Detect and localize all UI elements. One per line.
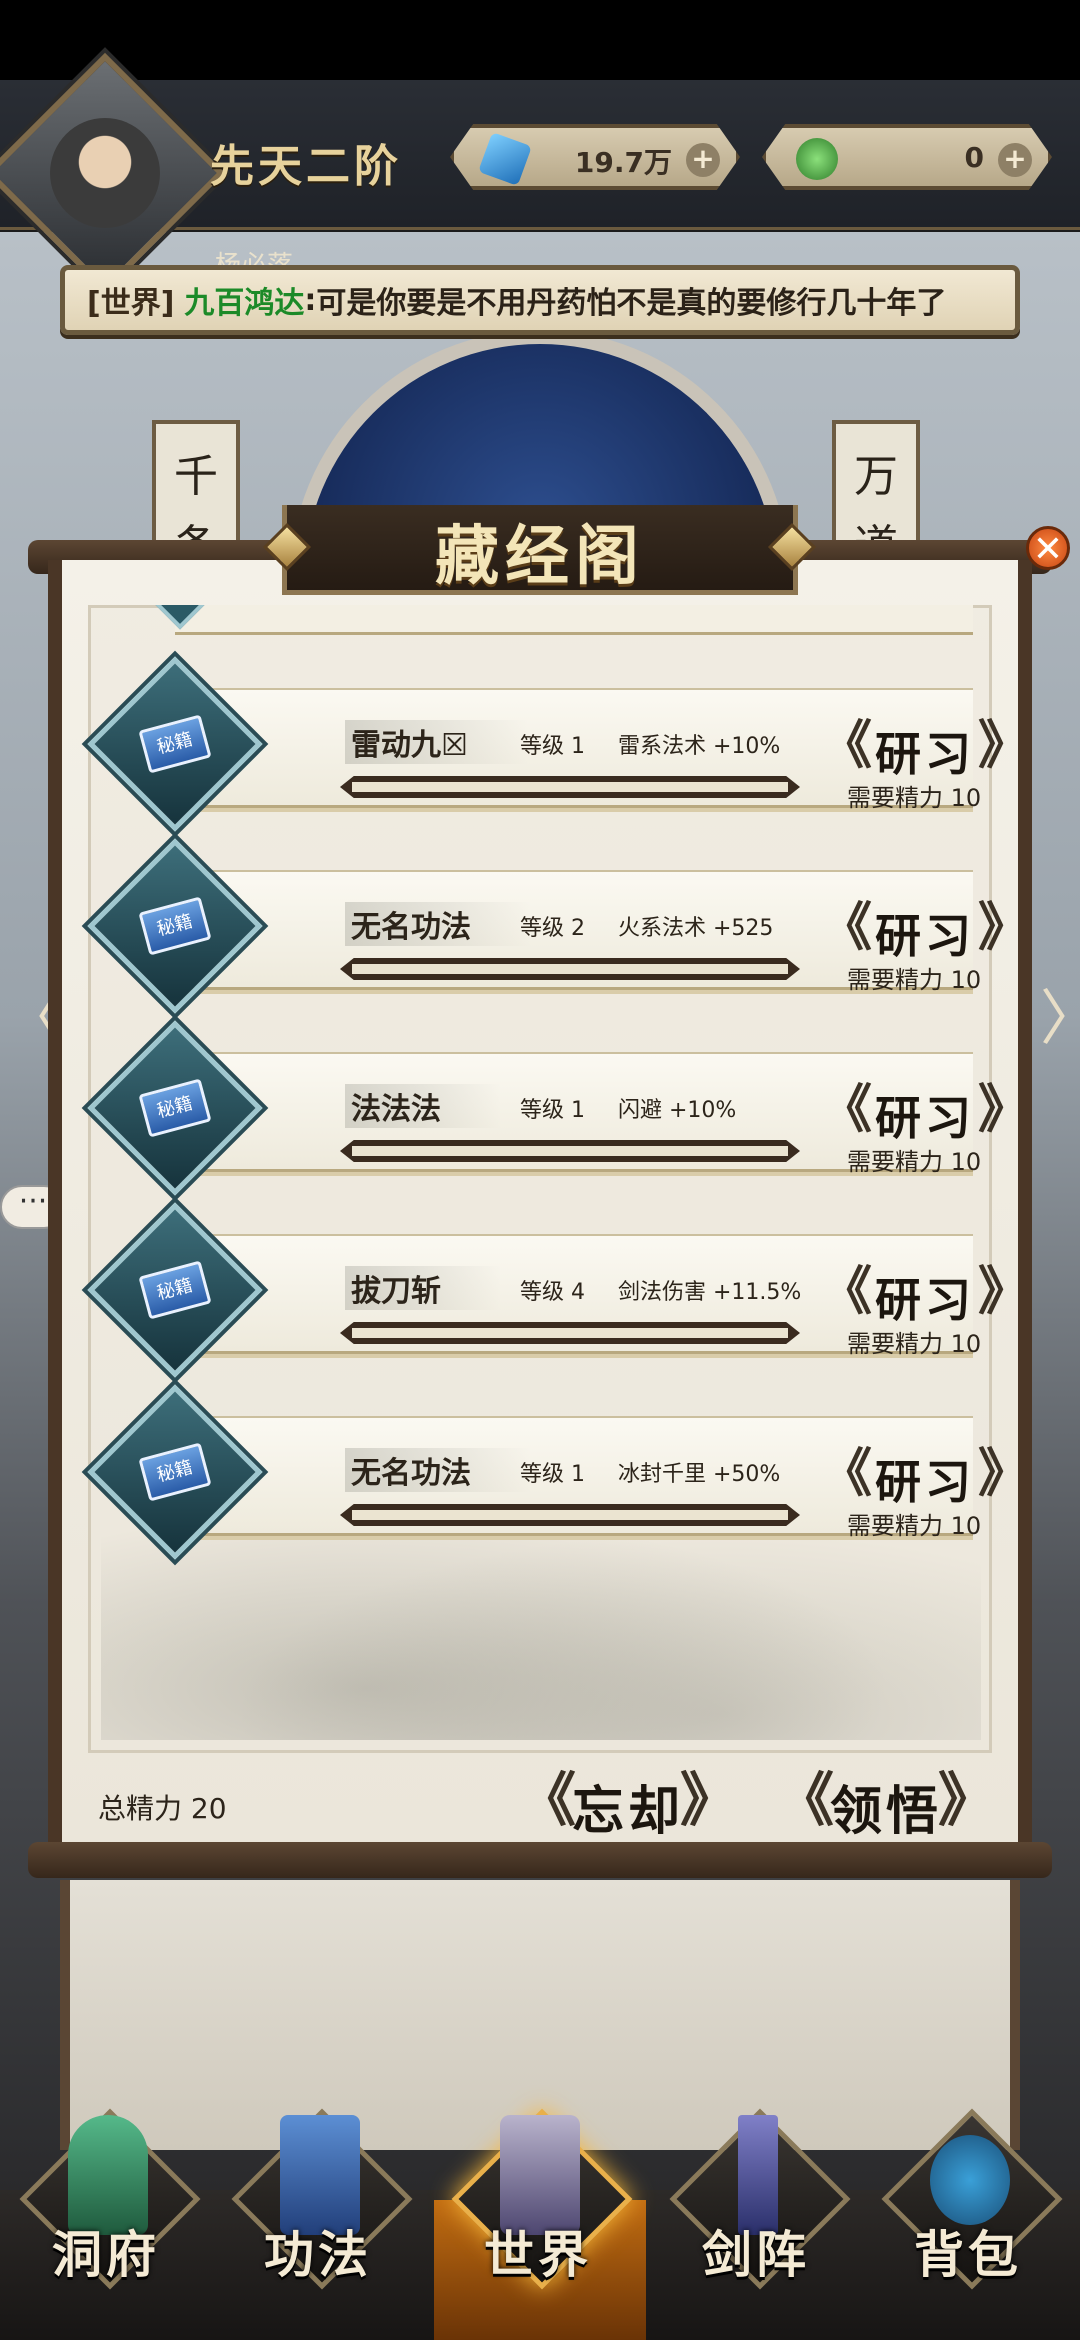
skill-card: 无名功法 等级 2 火系法术 +525 《研习》需要精力 10 xyxy=(175,870,1030,994)
nav-label: 洞府 xyxy=(52,2225,160,2284)
bag-icon xyxy=(930,2135,1010,2225)
skill-card: 法法法 等级 1 闪避 +10% 《研习》需要精力 10 xyxy=(175,1052,1030,1176)
skill-row: 雷动九☒ 等级 1 雷系法术 +10% 《研习》需要精力 10 秘籍 xyxy=(87,656,1030,832)
gem-amount: 19.7万 xyxy=(574,146,672,179)
total-stamina: 总精力 20 xyxy=(98,1792,227,1825)
skill-level: 等级 1 xyxy=(520,734,585,759)
skill-effect: 冰封千里 +50% xyxy=(618,1462,781,1487)
skill-level: 等级 2 xyxy=(520,916,585,941)
study-button-label: 研习 xyxy=(875,727,975,781)
bracket-right: 》 xyxy=(977,898,1030,958)
nav-item-cave[interactable]: 洞府 xyxy=(6,2095,206,2315)
skill-level: 等级 1 xyxy=(520,1098,585,1123)
nav-item-bag[interactable]: 背包 xyxy=(868,2095,1068,2315)
bracket-right: 》 xyxy=(977,1444,1030,1504)
progress-track-inner xyxy=(352,1328,788,1338)
progress-track-inner xyxy=(352,964,788,974)
side-arrow-right-icon[interactable]: 〉 xyxy=(1040,970,1080,1070)
skill-name: 拔刀斩 xyxy=(345,1266,501,1310)
bracket-right: 》 xyxy=(977,716,1030,776)
skill-effect: 雷系法术 +10% xyxy=(618,734,781,759)
study-button-label: 研习 xyxy=(875,909,975,963)
skill-row: 无名功法 等级 2 火系法术 +525 《研习》需要精力 10 秘籍 xyxy=(87,838,1030,1014)
partial-card xyxy=(175,605,973,635)
skill-progress-bar xyxy=(340,1322,800,1344)
skill-progress-bar xyxy=(340,776,800,798)
bracket-right: 》 xyxy=(679,1766,738,1834)
list-item-partial xyxy=(105,605,975,645)
top-header: 先天二阶 19.7万 + 0 + xyxy=(0,52,1080,294)
bracket-right: 》 xyxy=(977,1262,1030,1322)
comprehend-button[interactable]: 《 领悟 》 xyxy=(776,1765,996,1842)
study-button[interactable]: 《研习》 xyxy=(820,716,1030,781)
add-jade-button[interactable]: + xyxy=(998,143,1032,177)
panel-title: 藏经阁 xyxy=(435,519,645,594)
stamina-cost: 需要精力 10 xyxy=(847,966,982,994)
stamina-cost: 需要精力 10 xyxy=(847,1512,982,1540)
add-gem-button[interactable]: + xyxy=(686,143,720,177)
skill-row: 拔刀斩 等级 4 剑法伤害 +11.5% 《研习》需要精力 10 秘籍 xyxy=(87,1202,1030,1378)
study-button[interactable]: 《研习》 xyxy=(820,1080,1030,1145)
skill-progress-bar xyxy=(340,958,800,980)
skill-row: 无名功法 等级 1 冰封千里 +50% 《研习》需要精力 10 秘籍 xyxy=(87,1384,1030,1560)
chat-bubble-icon: ··· xyxy=(18,1184,48,1219)
nav-label: 世界 xyxy=(484,2225,592,2284)
scroll-rod-bottom xyxy=(28,1842,1052,1878)
study-button[interactable]: 《研习》 xyxy=(820,1262,1030,1327)
bracket-right: 》 xyxy=(937,1766,996,1834)
comprehend-button-label: 领悟 xyxy=(829,1781,942,1842)
nav-item-world[interactable]: 世界 xyxy=(438,2095,638,2315)
close-button[interactable]: ✕ xyxy=(1026,526,1070,570)
jade-amount: 0 xyxy=(964,141,984,174)
skill-card: 拔刀斩 等级 4 剑法伤害 +11.5% 《研习》需要精力 10 xyxy=(175,1234,1030,1358)
game-screen: 千条 万道 〈 〉 ··· 先天二阶 19.7万 + 0 + 杨必落 [世界] … xyxy=(0,0,1080,2340)
blue-gem-icon xyxy=(478,132,532,186)
forget-button-label: 忘却 xyxy=(571,1781,684,1842)
forget-button[interactable]: 《 忘却 》 xyxy=(518,1765,738,1842)
study-button-label: 研习 xyxy=(875,1455,975,1509)
stamina-cost: 需要精力 10 xyxy=(847,1330,982,1358)
progress-track-inner xyxy=(352,782,788,792)
skill-name: 无名功法 xyxy=(345,1448,531,1492)
skill-effect: 火系法术 +525 xyxy=(618,916,774,941)
skill-effect: 闪避 +10% xyxy=(618,1098,737,1123)
study-button[interactable]: 《研习》 xyxy=(820,898,1030,963)
skill-name: 雷动九☒ xyxy=(345,720,528,764)
study-button-label: 研习 xyxy=(875,1091,975,1145)
nav-item-sword-array[interactable]: 剑阵 xyxy=(656,2095,856,2315)
progress-track-inner xyxy=(352,1146,788,1156)
bracket-right: 》 xyxy=(977,1080,1030,1140)
world-chat-bar[interactable]: [世界] 九百鸿达 : 可是你要是不用丹药怕不是真的要修行几十年了 xyxy=(60,265,1020,335)
currency-gem: 19.7万 + xyxy=(450,124,740,190)
avatar-portrait xyxy=(49,118,160,228)
progress-track-inner xyxy=(352,1510,788,1520)
chat-separator: : xyxy=(304,282,317,318)
nav-item-manual[interactable]: 功法 xyxy=(218,2095,418,2315)
skill-effect: 剑法伤害 +11.5% xyxy=(618,1280,802,1305)
skill-level: 等级 4 xyxy=(520,1280,585,1305)
chat-message: 可是你要是不用丹药怕不是真的要修行几十年了 xyxy=(316,286,947,321)
chat-username[interactable]: 九百鸿达 xyxy=(184,278,304,322)
side-arrow-left-icon[interactable]: 〈 xyxy=(4,970,64,1070)
skill-progress-bar xyxy=(340,1504,800,1526)
cultivation-realm: 先天二阶 xyxy=(210,141,402,192)
skill-progress-bar xyxy=(340,1140,800,1162)
study-button-label: 研习 xyxy=(875,1273,975,1327)
skill-name: 法法法 xyxy=(345,1084,501,1128)
nav-label: 功法 xyxy=(264,2225,372,2284)
chat-channel: [世界] xyxy=(87,286,175,321)
nav-label: 剑阵 xyxy=(702,2225,810,2284)
skill-level: 等级 1 xyxy=(520,1462,585,1487)
study-button[interactable]: 《研习》 xyxy=(820,1444,1030,1509)
green-jade-icon xyxy=(796,138,838,180)
skill-row: 法法法 等级 1 闪避 +10% 《研习》需要精力 10 秘籍 xyxy=(87,1020,1030,1196)
nav-label: 背包 xyxy=(914,2225,1022,2284)
currency-jade: 0 + xyxy=(762,124,1052,190)
skill-card: 无名功法 等级 1 冰封千里 +50% 《研习》需要精力 10 xyxy=(175,1416,1030,1540)
stamina-cost: 需要精力 10 xyxy=(847,1148,982,1176)
skill-card: 雷动九☒ 等级 1 雷系法术 +10% 《研习》需要精力 10 xyxy=(175,688,1030,812)
status-bar xyxy=(0,0,1080,80)
skill-name: 无名功法 xyxy=(345,902,531,946)
stamina-cost: 需要精力 10 xyxy=(847,784,982,812)
